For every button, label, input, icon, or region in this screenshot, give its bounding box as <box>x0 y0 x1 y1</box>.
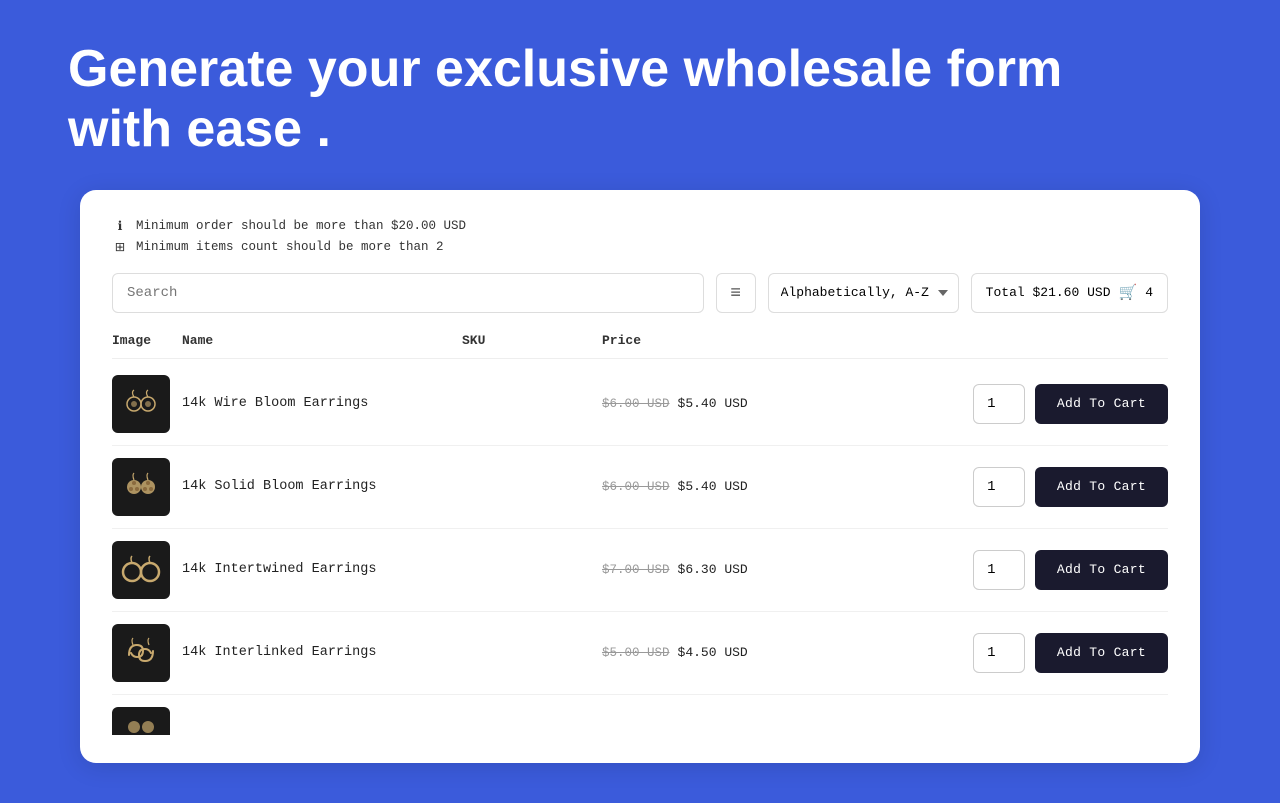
product-list: 14k Wire Bloom Earrings $6.00 USD $5.40 … <box>112 363 1168 735</box>
product-image-1 <box>112 375 182 433</box>
qty-input-4[interactable] <box>973 633 1025 673</box>
row-actions-3: Add To Cart <box>973 550 1168 590</box>
header-price: Price <box>602 333 1168 348</box>
table-row <box>112 695 1168 735</box>
hero-title: Generate your exclusive wholesale form w… <box>68 40 1068 160</box>
sort-select[interactable]: Alphabetically, A-Z Alphabetically, Z-A … <box>768 273 959 313</box>
header-name: Name <box>182 333 462 348</box>
product-name-1: 14k Wire Bloom Earrings <box>182 396 462 411</box>
product-name-3: 14k Intertwined Earrings <box>182 562 462 577</box>
cart-count: 4 <box>1145 285 1153 300</box>
header-sku: SKU <box>462 333 602 348</box>
add-to-cart-button-2[interactable]: Add To Cart <box>1035 467 1168 507</box>
product-price-2: $6.00 USD $5.40 USD <box>602 479 973 494</box>
table-header: Image Name SKU Price <box>112 333 1168 359</box>
toolbar: ≡ Alphabetically, A-Z Alphabetically, Z-… <box>112 273 1168 313</box>
cart-total-label: Total $21.60 USD <box>986 285 1111 300</box>
add-to-cart-button-4[interactable]: Add To Cart <box>1035 633 1168 673</box>
product-price-1: $6.00 USD $5.40 USD <box>602 396 973 411</box>
product-image-5 <box>112 707 182 735</box>
qty-input-1[interactable] <box>973 384 1025 424</box>
info-circle-icon: ℹ <box>112 218 128 234</box>
table-row: 14k Solid Bloom Earrings $6.00 USD $5.40… <box>112 446 1168 529</box>
row-actions-1: Add To Cart <box>973 384 1168 424</box>
qty-input-2[interactable] <box>973 467 1025 507</box>
min-items-info: ⊞ Minimum items count should be more tha… <box>112 239 1168 255</box>
product-name-2: 14k Solid Bloom Earrings <box>182 479 462 494</box>
product-price-4: $5.00 USD $4.50 USD <box>602 645 973 660</box>
product-name-4: 14k Interlinked Earrings <box>182 645 462 660</box>
row-actions-4: Add To Cart <box>973 633 1168 673</box>
info-bar: ℹ Minimum order should be more than $20.… <box>112 218 1168 255</box>
product-image-3 <box>112 541 182 599</box>
row-actions-2: Add To Cart <box>973 467 1168 507</box>
cart-icon: 🛒 <box>1119 283 1138 302</box>
hero-section: Generate your exclusive wholesale form w… <box>0 0 1280 190</box>
add-to-cart-button-3[interactable]: Add To Cart <box>1035 550 1168 590</box>
wholesale-form-card: ℹ Minimum order should be more than $20.… <box>80 190 1200 763</box>
add-to-cart-button-1[interactable]: Add To Cart <box>1035 384 1168 424</box>
table-row: 14k Intertwined Earrings $7.00 USD $6.30… <box>112 529 1168 612</box>
table-row: 14k Interlinked Earrings $5.00 USD $4.50… <box>112 612 1168 695</box>
search-input[interactable] <box>112 273 704 313</box>
filter-button[interactable]: ≡ <box>716 273 756 313</box>
grid-icon: ⊞ <box>112 239 128 255</box>
product-price-3: $7.00 USD $6.30 USD <box>602 562 973 577</box>
min-order-info: ℹ Minimum order should be more than $20.… <box>112 218 1168 234</box>
product-image-4 <box>112 624 182 682</box>
qty-input-3[interactable] <box>973 550 1025 590</box>
filter-icon: ≡ <box>730 282 741 303</box>
hero-title-line1: Generate your exclusive wholesale form <box>68 40 1062 98</box>
header-image: Image <box>112 333 182 348</box>
product-image-2 <box>112 458 182 516</box>
hero-title-line2: with ease . <box>68 100 331 158</box>
cart-summary: Total $21.60 USD 🛒 4 <box>971 273 1168 313</box>
table-row: 14k Wire Bloom Earrings $6.00 USD $5.40 … <box>112 363 1168 446</box>
